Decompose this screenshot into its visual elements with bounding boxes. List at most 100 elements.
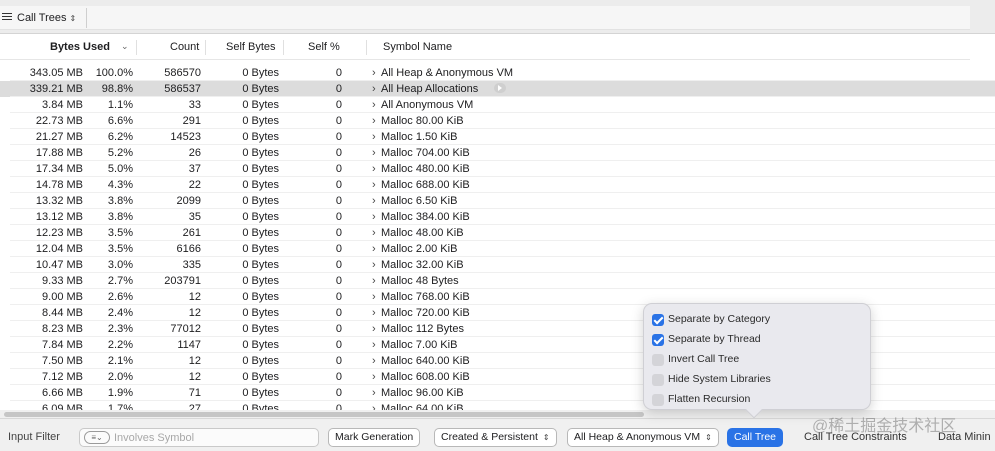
column-self-bytes[interactable]: Self Bytes bbox=[226, 41, 276, 53]
table-row[interactable]: 3.84 MB 1.1% 33 0 Bytes 0 › All Anonymous VM bbox=[0, 97, 995, 113]
count-cell: 12 bbox=[188, 291, 201, 303]
disclosure-chevron-icon[interactable]: › bbox=[372, 67, 376, 79]
table-row[interactable]: 17.34 MB 5.0% 37 0 Bytes 0 › Malloc 480.00 KiB bbox=[0, 161, 995, 177]
percent-cell: 2.0% bbox=[107, 371, 133, 383]
scrollbar-thumb[interactable] bbox=[4, 412, 644, 417]
checkbox-unchecked-icon[interactable] bbox=[652, 374, 664, 386]
checkbox-checked-icon[interactable] bbox=[652, 314, 664, 326]
disclosure-chevron-icon[interactable]: › bbox=[372, 339, 376, 351]
self-bytes-cell: 0 Bytes bbox=[242, 275, 279, 287]
column-divider[interactable] bbox=[136, 40, 137, 55]
bytes-used-cell: 22.73 MB bbox=[35, 115, 83, 127]
disclosure-chevron-icon[interactable]: › bbox=[372, 307, 376, 319]
self-percent-cell: 0 bbox=[335, 227, 342, 239]
percent-cell: 4.3% bbox=[107, 179, 133, 191]
go-to-arrow-icon[interactable] bbox=[494, 83, 506, 93]
disclosure-chevron-icon[interactable]: › bbox=[372, 275, 376, 287]
self-bytes-cell: 0 Bytes bbox=[242, 131, 279, 143]
self-percent-cell: 0 bbox=[335, 83, 342, 95]
disclosure-chevron-icon[interactable]: › bbox=[372, 115, 376, 127]
column-divider[interactable] bbox=[366, 40, 367, 55]
up-down-chevron-icon: ⇕ bbox=[705, 433, 712, 442]
disclosure-chevron-icon[interactable]: › bbox=[372, 259, 376, 271]
disclosure-chevron-icon[interactable]: › bbox=[372, 403, 376, 410]
up-down-chevron-icon: ⇕ bbox=[542, 433, 550, 442]
self-percent-cell: 0 bbox=[335, 147, 342, 159]
table-row[interactable]: 14.78 MB 4.3% 22 0 Bytes 0 › Malloc 688.00 KiB bbox=[0, 177, 995, 193]
disclosure-chevron-icon[interactable]: › bbox=[372, 99, 376, 111]
mark-generation-button[interactable]: Mark Generation bbox=[328, 428, 421, 447]
column-divider[interactable] bbox=[283, 40, 284, 55]
disclosure-chevron-icon[interactable]: › bbox=[372, 387, 376, 399]
bytes-used-cell: 9.33 MB bbox=[42, 275, 83, 287]
disclosure-chevron-icon[interactable]: › bbox=[372, 83, 376, 95]
count-cell: 33 bbox=[188, 99, 201, 111]
symbol-filter-input[interactable] bbox=[114, 431, 314, 445]
disclosure-chevron-icon[interactable]: › bbox=[372, 291, 376, 303]
bytes-used-cell: 14.78 MB bbox=[35, 179, 83, 191]
column-symbol-name[interactable]: Symbol Name bbox=[383, 41, 452, 53]
self-bytes-cell: 0 Bytes bbox=[242, 307, 279, 319]
bytes-used-cell: 339.21 MB bbox=[29, 83, 83, 95]
percent-cell: 2.1% bbox=[107, 355, 133, 367]
bytes-used-cell: 8.23 MB bbox=[42, 323, 83, 335]
column-bytes-used[interactable]: Bytes Used bbox=[50, 41, 110, 53]
table-row[interactable]: 13.12 MB 3.8% 35 0 Bytes 0 › Malloc 384.00 KiB bbox=[0, 209, 995, 225]
disclosure-chevron-icon[interactable]: › bbox=[372, 163, 376, 175]
view-selector[interactable]: Call Trees ⇕ bbox=[17, 12, 76, 24]
view-selector-label: Call Trees bbox=[17, 12, 67, 24]
allocation-type-popup[interactable]: All Heap & Anonymous VM ⇕ bbox=[567, 428, 719, 447]
table-row[interactable]: 9.33 MB 2.7% 203791 0 Bytes 0 › Malloc 48 Byte… bbox=[0, 273, 995, 289]
disclosure-chevron-icon[interactable]: › bbox=[372, 147, 376, 159]
symbol-name-cell: Malloc 96.00 KiB bbox=[381, 387, 464, 399]
disclosure-chevron-icon[interactable]: › bbox=[372, 179, 376, 191]
percent-cell: 3.5% bbox=[107, 243, 133, 255]
table-row[interactable]: 17.88 MB 5.2% 26 0 Bytes 0 › Malloc 704.00 KiB bbox=[0, 145, 995, 161]
percent-cell: 98.8% bbox=[101, 83, 133, 95]
symbol-name-cell: Malloc 688.00 KiB bbox=[381, 179, 470, 191]
bytes-used-cell: 6.09 MB bbox=[42, 403, 83, 410]
sort-descending-icon[interactable]: ⌄ bbox=[121, 41, 129, 52]
self-percent-cell: 0 bbox=[335, 307, 342, 319]
column-divider[interactable] bbox=[205, 40, 206, 55]
self-percent-cell: 0 bbox=[335, 115, 342, 127]
filter-options-icon[interactable]: ≡⌄ bbox=[84, 431, 110, 444]
disclosure-chevron-icon[interactable]: › bbox=[372, 355, 376, 367]
column-count[interactable]: Count bbox=[170, 41, 199, 53]
disclosure-chevron-icon[interactable]: › bbox=[372, 131, 376, 143]
disclosure-chevron-icon[interactable]: › bbox=[372, 227, 376, 239]
symbol-filter-field[interactable]: ≡⌄ bbox=[79, 428, 319, 447]
table-row[interactable]: 22.73 MB 6.6% 291 0 Bytes 0 › Malloc 80.00 KiB bbox=[0, 113, 995, 129]
count-cell: 35 bbox=[188, 211, 201, 223]
checkbox-unchecked-icon[interactable] bbox=[652, 394, 664, 406]
disclosure-chevron-icon[interactable]: › bbox=[372, 195, 376, 207]
self-bytes-cell: 0 Bytes bbox=[242, 83, 279, 95]
table-row[interactable]: 12.23 MB 3.5% 261 0 Bytes 0 › Malloc 48.00 KiB bbox=[0, 225, 995, 241]
disclosure-chevron-icon[interactable]: › bbox=[372, 323, 376, 335]
disclosure-chevron-icon[interactable]: › bbox=[372, 243, 376, 255]
table-row[interactable]: 12.04 MB 3.5% 6166 0 Bytes 0 › Malloc 2.00 KiB bbox=[0, 241, 995, 257]
table-row[interactable]: 10.47 MB 3.0% 335 0 Bytes 0 › Malloc 32.00 KiB bbox=[0, 257, 995, 273]
table-row[interactable]: 343.05 MB 100.0% 586570 0 Bytes 0 › All Heap &… bbox=[0, 65, 995, 81]
checkbox-checked-icon[interactable] bbox=[652, 334, 664, 346]
column-self-percent[interactable]: Self % bbox=[308, 41, 340, 53]
call-tree-tab[interactable]: Call Tree bbox=[727, 428, 784, 447]
self-bytes-cell: 0 Bytes bbox=[242, 179, 279, 191]
count-cell: 26 bbox=[188, 147, 201, 159]
bytes-used-cell: 7.84 MB bbox=[42, 339, 83, 351]
count-cell: 335 bbox=[182, 259, 201, 271]
percent-cell: 3.8% bbox=[107, 195, 133, 207]
symbol-name-cell: Malloc 1.50 KiB bbox=[381, 131, 458, 143]
table-row[interactable]: 13.32 MB 3.8% 2099 0 Bytes 0 › Malloc 6.50 KiB bbox=[0, 193, 995, 209]
table-row[interactable]: 339.21 MB 98.8% 586537 0 Bytes 0 › All Heap Al… bbox=[0, 81, 995, 97]
hamburger-menu-icon[interactable] bbox=[2, 13, 12, 21]
lifespan-popup[interactable]: Created & Persistent ⇕ bbox=[434, 428, 557, 447]
disclosure-chevron-icon[interactable]: › bbox=[372, 211, 376, 223]
option-label: Hide System Libraries bbox=[668, 373, 771, 385]
symbol-name-cell: Malloc 6.50 KiB bbox=[381, 195, 458, 207]
checkbox-unchecked-icon[interactable] bbox=[652, 354, 664, 366]
symbol-name-cell: Malloc 640.00 KiB bbox=[381, 355, 470, 367]
table-row[interactable]: 21.27 MB 6.2% 14523 0 Bytes 0 › Malloc 1.50 Ki… bbox=[0, 129, 995, 145]
percent-cell: 100.0% bbox=[95, 67, 133, 79]
disclosure-chevron-icon[interactable]: › bbox=[372, 371, 376, 383]
